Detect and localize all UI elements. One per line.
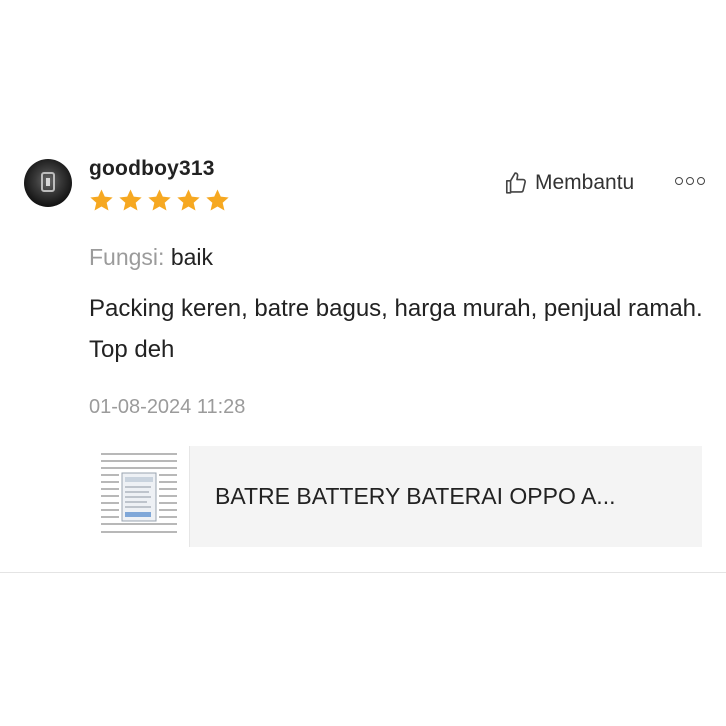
more-dot (686, 177, 694, 185)
more-dot (697, 177, 705, 185)
review-attribute: Fungsi: baik (89, 244, 213, 271)
star-icon (119, 189, 142, 211)
review-timestamp: 01-08-2024 11:28 (89, 396, 246, 418)
thumbs-up-icon (505, 172, 526, 194)
attribute-key: Fungsi: (89, 244, 165, 270)
star-icon (206, 189, 229, 211)
product-thumbnail (89, 446, 190, 547)
more-dot (675, 177, 683, 185)
review-card: goodboy313 Membantu Fungsi: baik Packing… (0, 0, 726, 726)
username[interactable]: goodboy313 (89, 157, 215, 181)
star-rating (88, 187, 231, 214)
product-title: BATRE BATTERY BATERAI OPPO A... (215, 483, 616, 509)
helpful-label: Membantu (535, 171, 635, 194)
review-comment: Packing keren, batre bagus, harga murah,… (89, 295, 703, 363)
product-card[interactable]: BATRE BATTERY BATERAI OPPO A... (89, 446, 702, 547)
star-icon (177, 189, 200, 211)
more-options-icon[interactable] (675, 177, 705, 185)
avatar[interactable] (24, 159, 72, 207)
star-icon (148, 189, 171, 211)
attribute-value: baik (170, 244, 214, 270)
product-thumbnail-graphic (101, 453, 177, 533)
divider (0, 572, 726, 573)
star-icon (90, 189, 113, 211)
helpful-button[interactable]: Membantu (503, 170, 634, 196)
avatar-figure (41, 172, 55, 192)
